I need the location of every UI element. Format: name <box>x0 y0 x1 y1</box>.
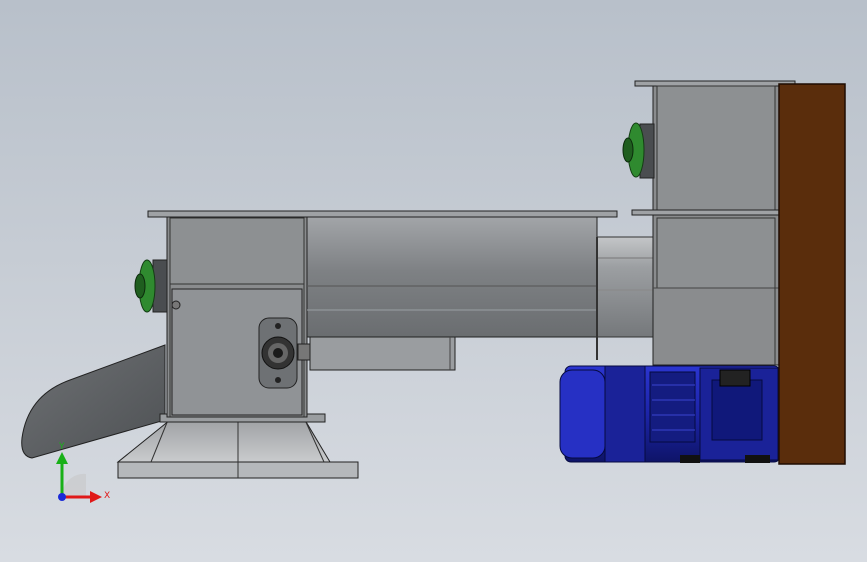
z-axis-dot <box>58 493 66 501</box>
cad-graphics-viewport[interactable]: Y X <box>0 0 867 562</box>
y-axis-label: Y <box>59 442 65 452</box>
coordinate-triad <box>56 452 102 503</box>
x-axis-label: X <box>104 491 111 501</box>
